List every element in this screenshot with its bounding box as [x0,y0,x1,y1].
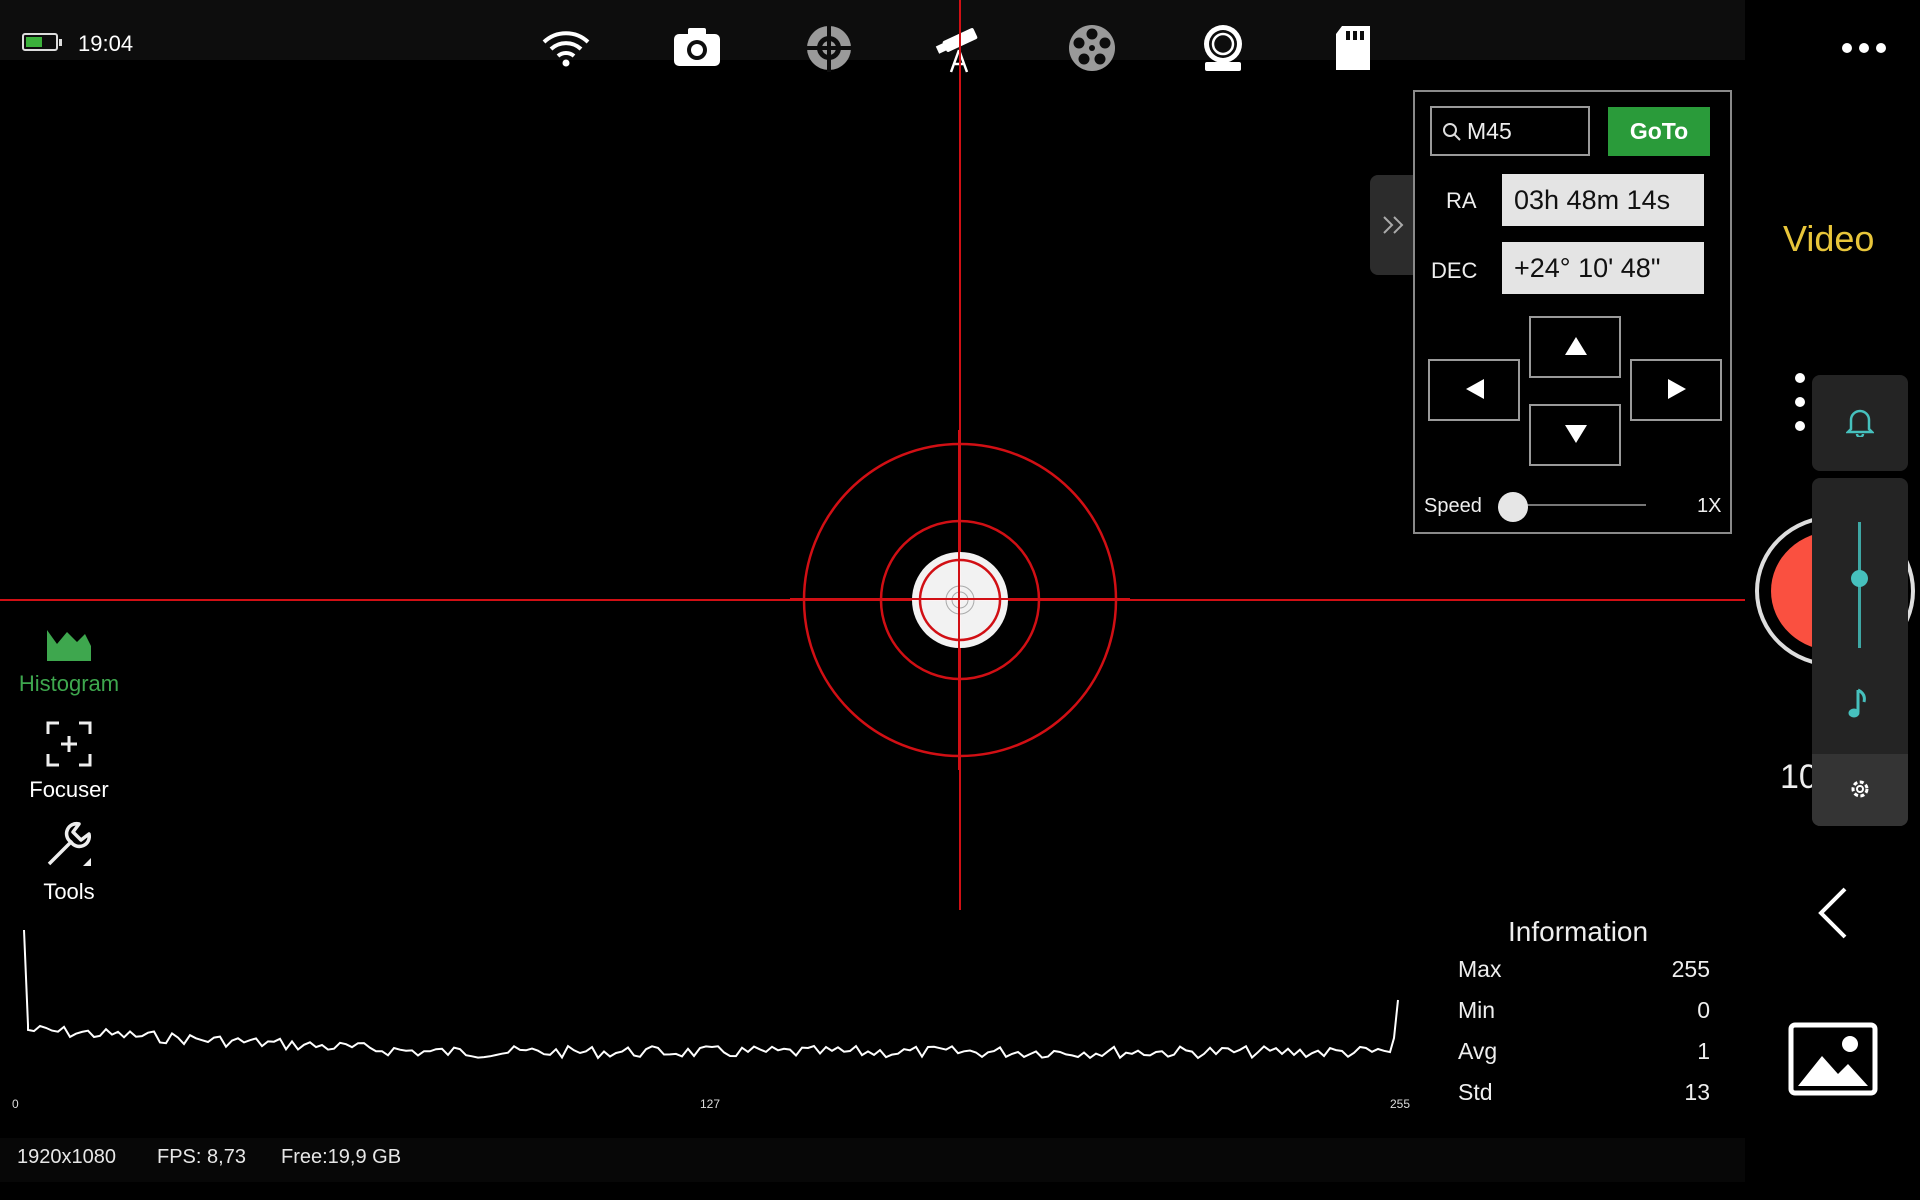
goto-panel [1413,90,1732,534]
histogram-plot [23,929,1399,1060]
video-mode-label[interactable]: Video [1783,218,1874,260]
move-left-button[interactable] [1428,359,1520,421]
search-icon [1443,123,1461,141]
notification-panel-button[interactable] [1812,375,1908,471]
histogram-label: Histogram [18,671,120,696]
double-chevron-right-icon [1383,216,1404,234]
move-right-button[interactable] [1630,359,1722,421]
information-title: Information [1508,916,1649,947]
bottom-status-bar [0,1138,1745,1182]
speed-slider-track[interactable] [1508,504,1646,506]
gallery-icon[interactable] [1788,1022,1878,1096]
arrow-right-icon [1668,379,1686,399]
goto-button[interactable]: GoTo [1608,107,1710,156]
focuser-label: Focuser [29,777,109,802]
histogram-tick-max: 255 [1390,1097,1411,1111]
speed-value: 1X [1697,495,1722,517]
histogram-tool[interactable]: Histogram [8,622,130,697]
battery-icon [22,33,62,51]
focus-bracket-icon [46,721,92,767]
top-status-bar [0,0,1745,60]
free-space-text: Free:19,9 GB [281,1146,402,1168]
filter-wheel-icon[interactable] [1066,22,1118,74]
reticle-rings [790,430,1130,770]
focuser-ring-icon[interactable] [1197,22,1249,74]
ra-label: RA [1446,188,1477,213]
histogram-icon [47,630,91,661]
music-note-icon[interactable] [1848,688,1870,720]
histogram-tick-min: 0 [12,1097,19,1111]
info-row-min: Min 0 [1458,997,1710,1023]
speed-slider-thumb[interactable] [1498,492,1528,522]
arrow-down-icon [1565,425,1587,443]
panel-collapse-tab[interactable] [1370,175,1414,275]
speed-label: Speed [1424,495,1482,517]
tools-label: Tools [43,879,95,904]
camera-icon[interactable] [672,22,724,74]
sd-card-icon[interactable] [1328,22,1380,74]
move-up-button[interactable] [1529,316,1621,378]
move-down-button[interactable] [1529,404,1621,466]
arrow-up-icon [1565,337,1587,355]
wifi-icon[interactable] [540,22,592,74]
clock-time: 19:04 [78,31,134,56]
tools-tool[interactable]: Tools [8,818,130,905]
arrow-left-icon [1466,379,1484,399]
volume-slider-thumb[interactable] [1851,570,1868,587]
bell-icon [1846,409,1874,437]
crosshair-target-icon[interactable] [803,22,855,74]
info-row-avg: Avg 1 [1458,1038,1710,1064]
focuser-tool[interactable]: Focuser [8,720,130,803]
ra-value-field[interactable]: 03h 48m 14s [1502,174,1704,226]
settings-gear-icon[interactable] [1848,777,1872,801]
telescope-icon[interactable] [935,22,987,74]
fps-text: FPS: 8,73 [157,1146,246,1168]
info-row-max: Max 255 [1458,956,1710,982]
back-chevron-icon[interactable] [1815,885,1851,941]
wrench-icon [47,821,92,866]
resolution-text: 1920x1080 [17,1146,116,1168]
dec-label: DEC [1431,258,1478,283]
info-row-std: Std 13 [1458,1079,1710,1105]
dec-value-field[interactable]: +24° 10' 48" [1502,242,1704,294]
more-options-icon[interactable] [1840,36,1888,60]
search-value: M45 [1467,118,1512,144]
histogram-tick-mid: 127 [700,1097,721,1111]
